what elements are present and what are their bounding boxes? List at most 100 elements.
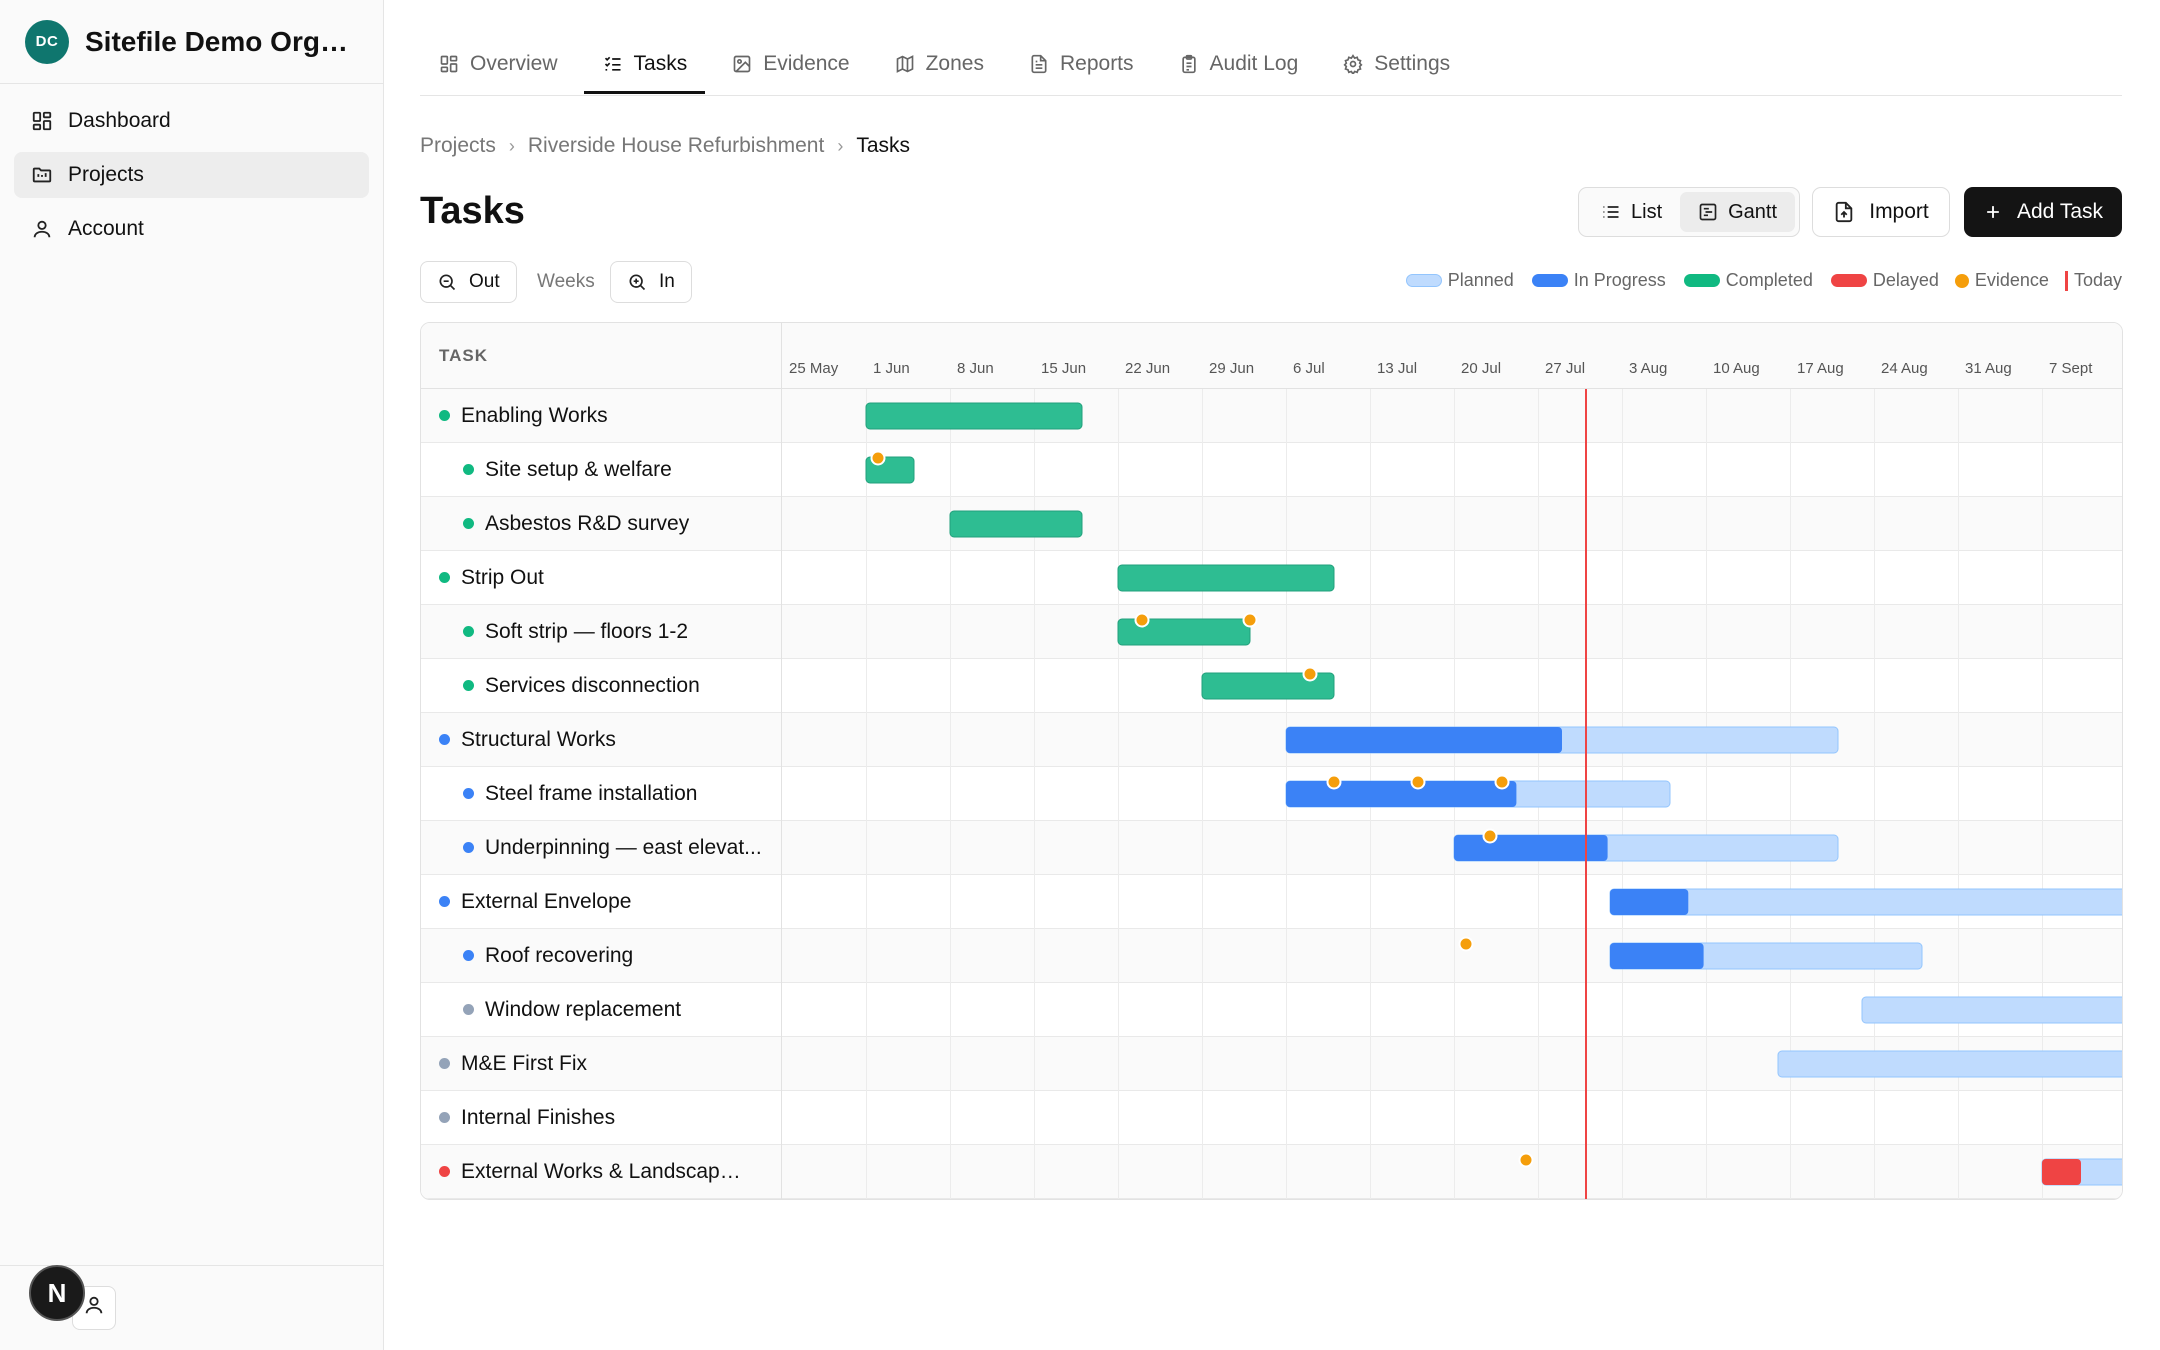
task-bar-completed [949, 510, 1083, 538]
dev-tools-badge[interactable]: N [29, 1265, 85, 1321]
sidebar-item-projects[interactable]: Projects [14, 152, 369, 198]
task-row[interactable]: Underpinning — east elevat... [421, 821, 781, 875]
task-row[interactable]: External Envelope [421, 875, 781, 929]
week-label: 17 Aug [1797, 360, 1844, 377]
chevron-right-icon: › [508, 135, 515, 156]
task-row[interactable]: Internal Finishes [421, 1091, 781, 1145]
timeline-row [782, 605, 2122, 659]
task-bar-planned [1777, 1050, 2122, 1078]
org-switcher[interactable]: DC Sitefile Demo Orga... [0, 0, 383, 84]
gantt-timeline: 25 May 1 Jun 8 Jun 15 Jun 22 Jun 29 Jun 6 Jul 1… [782, 323, 2122, 1199]
breadcrumb-projects[interactable]: Projects [420, 134, 496, 158]
grid-icon [438, 53, 460, 75]
task-bar-completed [1117, 564, 1335, 592]
week-label: 22 Jun [1125, 360, 1170, 377]
week-label: 3 Aug [1629, 360, 1667, 377]
zoom-in-button[interactable]: In [610, 261, 692, 303]
gantt-view-button[interactable]: Gantt [1680, 192, 1796, 232]
timeline-row [782, 551, 2122, 605]
task-bar-progress [1454, 835, 1608, 861]
import-button[interactable]: Import [1812, 187, 1950, 237]
breadcrumb-project[interactable]: Riverside House Refurbishment [528, 134, 824, 158]
tab-zones[interactable]: Zones [876, 36, 1002, 92]
task-bar-delayed [2042, 1159, 2081, 1185]
status-dot [463, 464, 474, 475]
evidence-marker [1410, 774, 1426, 790]
task-row[interactable]: Roof recovering [421, 929, 781, 983]
task-row[interactable]: Strip Out [421, 551, 781, 605]
status-dot [463, 1004, 474, 1015]
legend-swatch [1531, 274, 1568, 287]
gantt-legend: Planned In Progress Completed Delayed Ev… [1388, 270, 2122, 291]
document-icon [1028, 53, 1050, 75]
breadcrumb-current: Tasks [856, 134, 911, 157]
sidebar-item-dashboard[interactable]: Dashboard [14, 98, 369, 144]
task-row[interactable]: Window replacement [421, 983, 781, 1037]
evidence-marker [1482, 828, 1498, 844]
task-bar-progress [1286, 727, 1562, 753]
task-column-header: TASK [421, 323, 781, 389]
plus-icon [1983, 202, 2003, 222]
legend-label: Completed [1725, 270, 1813, 290]
timeline-svg: 25 May 1 Jun 8 Jun 15 Jun 22 Jun 29 Jun 6 Jul 1… [782, 323, 2122, 1199]
tab-evidence[interactable]: Evidence [713, 36, 867, 92]
chevron-right-icon: › [837, 135, 844, 156]
tab-reports[interactable]: Reports [1010, 36, 1152, 92]
legend-label: Planned [1447, 270, 1514, 290]
tab-overview[interactable]: Overview [420, 36, 576, 92]
timeline-row [782, 821, 2122, 875]
task-row[interactable]: Soft strip — floors 1-2 [421, 605, 781, 659]
week-label: 13 Jul [1377, 360, 1417, 377]
tab-settings[interactable]: Settings [1324, 36, 1468, 92]
week-label: 27 Jul [1545, 360, 1585, 377]
week-label: 7 Sept [2049, 360, 2093, 377]
legend-line [2064, 270, 2068, 291]
status-dot [463, 788, 474, 799]
task-row[interactable]: Structural Works [421, 713, 781, 767]
status-dot [463, 680, 474, 691]
status-dot [463, 626, 474, 637]
task-name: Internal Finishes [461, 1105, 616, 1129]
task-row[interactable]: M&E First Fix [421, 1037, 781, 1091]
timeline-row [782, 1145, 2122, 1199]
task-row[interactable]: Site setup & welfare [421, 443, 781, 497]
legend-swatch [1683, 274, 1720, 287]
sidebar: DC Sitefile Demo Orga... Dashboard Proje… [0, 0, 384, 1350]
zoom-out-button[interactable]: Out [420, 261, 517, 303]
sidebar-item-account[interactable]: Account [14, 206, 369, 252]
tab-tasks[interactable]: Tasks [583, 36, 706, 94]
image-icon [731, 53, 753, 75]
week-label: 29 Jun [1209, 360, 1254, 377]
week-label: 10 Aug [1713, 360, 1760, 377]
add-task-button[interactable]: Add Task [1964, 187, 2122, 237]
view-toggle: List Gantt [1578, 187, 1801, 237]
tab-label: Audit Log [1209, 52, 1299, 75]
timeline-row [782, 659, 2122, 713]
zoom-in-icon [627, 272, 647, 292]
zoom-in-label: In [659, 271, 675, 292]
task-row[interactable]: Asbestos R&D survey [421, 497, 781, 551]
week-label: 31 Aug [1965, 360, 2012, 377]
gantt-icon [1698, 202, 1718, 222]
timeline-row [782, 443, 2122, 497]
task-name: Soft strip — floors 1-2 [485, 619, 689, 643]
task-row[interactable]: Enabling Works [421, 389, 781, 443]
user-icon [30, 217, 54, 241]
status-dot [439, 1166, 450, 1177]
evidence-marker [1134, 612, 1150, 628]
evidence-marker [870, 450, 886, 466]
task-name: External Envelope [461, 889, 632, 913]
tab-audit-log[interactable]: Audit Log [1160, 36, 1317, 92]
week-label: 20 Jul [1461, 360, 1501, 377]
task-name: Underpinning — east elevat... [485, 835, 762, 859]
list-view-button[interactable]: List [1583, 192, 1680, 232]
legend-label: Today [2073, 270, 2122, 290]
legend-in-progress: In Progress [1531, 270, 1666, 291]
week-label: 8 Jun [957, 360, 994, 377]
task-row[interactable]: Steel frame installation [421, 767, 781, 821]
task-row[interactable]: Services disconnection [421, 659, 781, 713]
file-upload-icon [1833, 201, 1855, 223]
gantt-task-column: TASK Enabling Works Site setup & welfare A… [421, 323, 782, 1199]
task-bar-planned [1861, 996, 2122, 1024]
task-row[interactable]: External Works & Landscaping [421, 1145, 781, 1199]
